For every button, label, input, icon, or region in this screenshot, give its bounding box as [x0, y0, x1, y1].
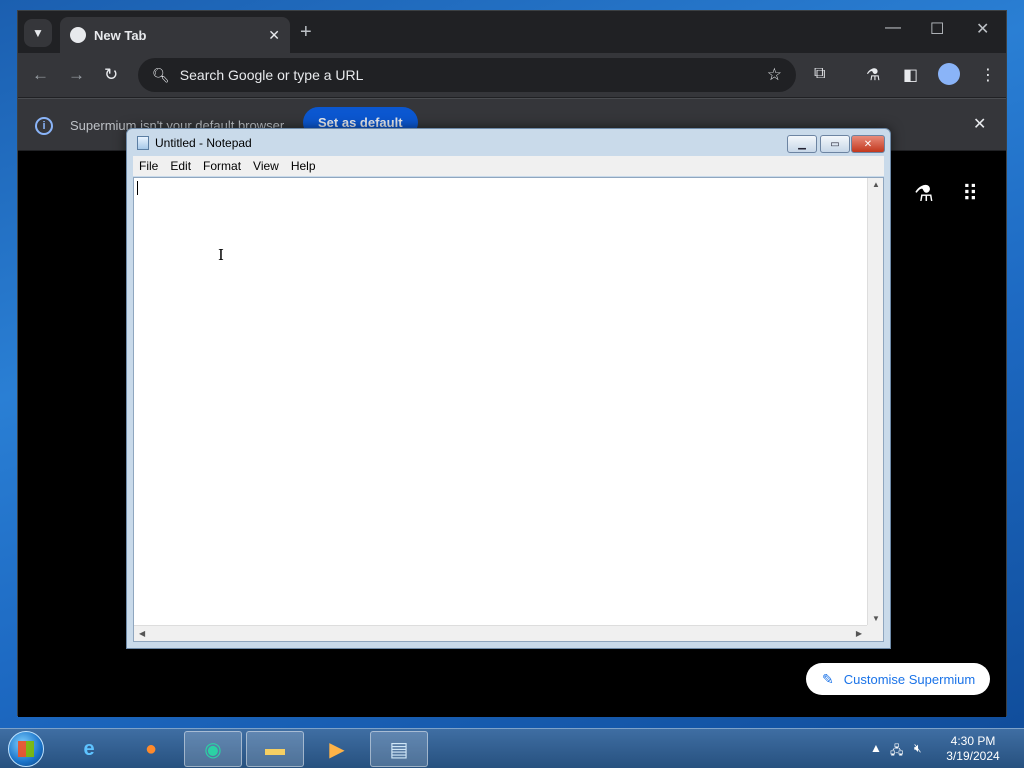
- scroll-left-icon[interactable]: ◀: [139, 629, 145, 638]
- tab-new-tab[interactable]: New Tab ✕: [60, 17, 290, 53]
- notepad-text-area[interactable]: I ▲ ▼ ◀ ▶: [133, 177, 884, 642]
- side-panel-icon[interactable]: ◧: [903, 65, 918, 85]
- taskbar-internet-explorer[interactable]: e: [60, 731, 118, 767]
- firefox-icon: ●: [144, 737, 158, 760]
- vertical-scrollbar[interactable]: ▲ ▼: [867, 178, 883, 625]
- folder-icon: ▬: [265, 737, 285, 760]
- horizontal-scrollbar[interactable]: ◀ ▶: [134, 625, 867, 641]
- internet-explorer-icon: e: [83, 737, 95, 760]
- menu-view[interactable]: View: [247, 159, 285, 173]
- taskbar-supermium[interactable]: ◉: [184, 731, 242, 767]
- taskbar-firefox[interactable]: ●: [122, 731, 180, 767]
- show-hidden-icons[interactable]: ▲: [870, 741, 882, 755]
- infobar-close-icon[interactable]: ✕: [973, 114, 986, 134]
- start-button[interactable]: [8, 731, 44, 767]
- labs-icon[interactable]: ⚗: [866, 65, 880, 85]
- menu-format[interactable]: Format: [197, 159, 247, 173]
- minimize-icon[interactable]: —: [885, 19, 901, 37]
- pencil-icon: ✎: [822, 670, 834, 687]
- taskbar-media-player[interactable]: ▶: [308, 731, 366, 767]
- labs-flask-icon[interactable]: ⚗: [914, 181, 934, 207]
- menu-file[interactable]: File: [133, 159, 164, 173]
- menu-help[interactable]: Help: [285, 159, 322, 173]
- notepad-window: Untitled - Notepad ▁ ▭ ✕ File Edit Forma…: [126, 128, 891, 649]
- notepad-title: Untitled - Notepad: [155, 136, 252, 150]
- extensions-icon[interactable]: ⧉: [814, 65, 825, 83]
- notepad-menubar: File Edit Format View Help: [133, 156, 884, 176]
- tab-strip: ▼ New Tab ✕ + — ☐ ✕: [18, 11, 1006, 53]
- scroll-up-icon[interactable]: ▲: [872, 180, 880, 189]
- forward-icon[interactable]: →: [68, 65, 85, 85]
- network-icon[interactable]: 🖧︎: [890, 741, 903, 762]
- notepad-titlebar[interactable]: Untitled - Notepad: [137, 136, 252, 150]
- info-icon: i: [35, 117, 53, 135]
- notepad-task-icon: ▤: [389, 738, 409, 761]
- system-clock[interactable]: 4:30 PM 3/19/2024: [940, 734, 1006, 764]
- media-player-icon: ▶: [329, 738, 345, 761]
- resize-grip[interactable]: [867, 625, 883, 641]
- supermium-icon: ◉: [204, 738, 222, 761]
- omnibox-placeholder: Search Google or type a URL: [179, 67, 364, 83]
- maximize-icon[interactable]: ☐: [930, 19, 944, 39]
- taskbar: e ● ◉ ▬ ▶ ▤ ▲ 🖧︎ 🔇︎ 4:30 PM 3/19/2024: [0, 728, 1024, 768]
- browser-toolbar: ← → ↻ 🔍︎ Search Google or type a URL ☆ ⧉…: [18, 53, 1006, 97]
- back-icon[interactable]: ←: [32, 65, 49, 85]
- notepad-maximize-button[interactable]: ▭: [820, 135, 850, 153]
- reload-icon[interactable]: ↻: [104, 65, 118, 85]
- profile-avatar[interactable]: [938, 63, 960, 85]
- menu-edit[interactable]: Edit: [164, 159, 197, 173]
- notepad-minimize-button[interactable]: ▁: [787, 135, 817, 153]
- menu-kebab-icon[interactable]: ⋮: [980, 65, 996, 85]
- search-icon: 🔍︎: [152, 66, 170, 83]
- volume-muted-icon[interactable]: 🔇︎: [914, 741, 922, 756]
- chevron-down-icon: ▼: [32, 26, 44, 40]
- clock-time: 4:30 PM: [950, 734, 996, 748]
- text-caret: [137, 181, 138, 195]
- globe-icon: [70, 27, 86, 43]
- clock-date: 3/19/2024: [946, 749, 1000, 763]
- bookmark-star-icon[interactable]: ☆: [767, 65, 782, 85]
- tab-title: New Tab: [94, 27, 147, 43]
- customise-label: Customise Supermium: [843, 671, 976, 687]
- windows-logo-icon: [18, 741, 34, 757]
- scroll-right-icon[interactable]: ▶: [856, 629, 862, 638]
- ibeam-cursor-icon: I: [218, 246, 224, 264]
- notepad-close-button[interactable]: ✕: [851, 135, 885, 153]
- tab-close-icon[interactable]: ✕: [268, 27, 280, 44]
- taskbar-file-explorer[interactable]: ▬: [246, 731, 304, 767]
- scroll-down-icon[interactable]: ▼: [872, 614, 880, 623]
- taskbar-notepad[interactable]: ▤: [370, 731, 428, 767]
- close-window-icon[interactable]: ✕: [976, 19, 989, 39]
- tab-search-button[interactable]: ▼: [24, 19, 52, 47]
- customise-button[interactable]: ✎ Customise Supermium: [806, 663, 990, 695]
- apps-grid-icon[interactable]: ⠿: [962, 181, 978, 207]
- notepad-icon: [137, 136, 149, 150]
- new-tab-button[interactable]: +: [300, 21, 312, 44]
- omnibox[interactable]: 🔍︎ Search Google or type a URL ☆: [138, 58, 796, 92]
